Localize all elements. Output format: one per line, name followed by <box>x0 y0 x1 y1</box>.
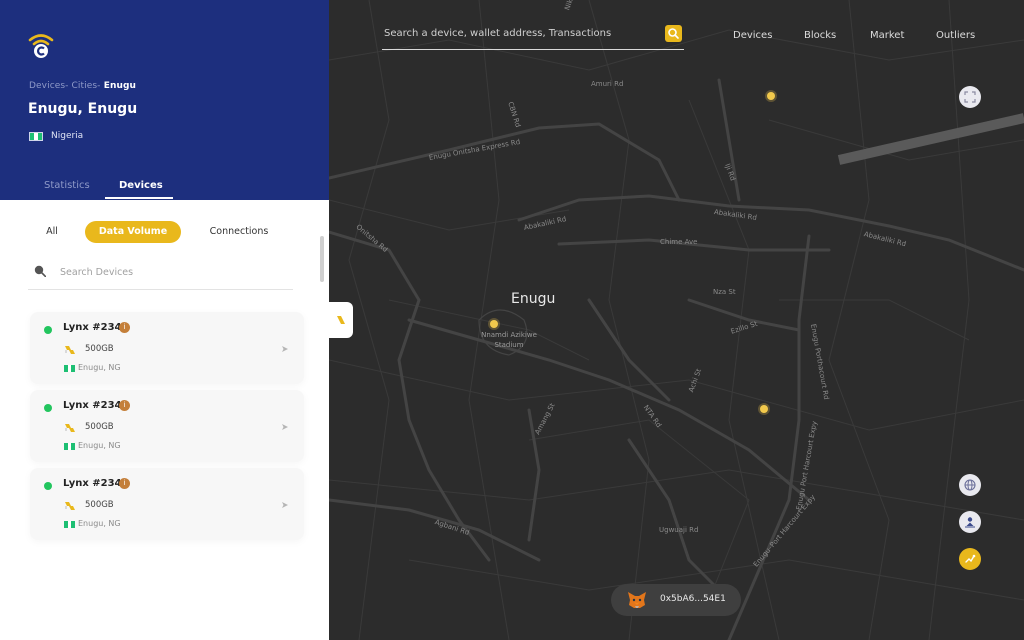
nav-market[interactable]: Market <box>870 30 904 41</box>
map-road-label: Amuri Rd <box>591 80 624 88</box>
device-map-pin[interactable] <box>490 320 498 328</box>
device-card[interactable]: Lynx #234 i 500GB Enugu, NG <box>30 390 304 462</box>
device-location: Enugu, NG <box>78 519 121 528</box>
globe-icon <box>964 479 976 491</box>
fullscreen-button[interactable] <box>959 86 981 108</box>
map-road-label: Ugwuaji Rd <box>659 526 699 534</box>
device-name: Lynx #234 <box>63 322 122 333</box>
device-card[interactable]: Lynx #234 i 500GB Enugu, NG <box>30 468 304 540</box>
country-row: Nigeria <box>29 131 83 141</box>
list-scrollbar[interactable] <box>320 236 324 282</box>
map-city-label: Enugu <box>511 291 556 307</box>
device-location: Enugu, NG <box>78 363 121 372</box>
info-badge-icon[interactable]: i <box>119 400 130 411</box>
breadcrumb-devices[interactable]: Devices- <box>29 81 69 91</box>
nigeria-flag-icon <box>29 131 43 141</box>
filter-data-volume[interactable]: Data Volume <box>85 221 181 243</box>
expand-icon <box>964 91 976 103</box>
info-badge-icon[interactable]: i <box>119 478 130 489</box>
devices-layer-button[interactable] <box>959 548 981 570</box>
panel-header: Devices- Cities- Enugu Enugu, Enugu Nige… <box>0 0 329 200</box>
open-arrow-icon[interactable] <box>280 344 290 354</box>
device-volume: 500GB <box>85 422 114 432</box>
tab-devices[interactable]: Devices <box>119 180 163 191</box>
location-person-icon <box>965 517 975 528</box>
page-title: Enugu, Enugu <box>28 101 138 117</box>
wallet-address: 0x5bA6...54E1 <box>660 594 726 604</box>
metamask-fox-icon <box>628 592 646 608</box>
nigeria-flag-icon <box>64 521 76 528</box>
map-poi-label: Nnamdi Azikiwe Stadium <box>481 331 537 349</box>
nav-blocks[interactable]: Blocks <box>804 30 836 41</box>
breadcrumb-current: Enugu <box>100 81 137 91</box>
map-road-label: Chime Ave <box>660 238 698 246</box>
wallet-button[interactable]: 0x5bA6...54E1 <box>611 584 741 616</box>
device-map-pin[interactable] <box>767 92 775 100</box>
filter-chips: All Data Volume Connections <box>0 220 329 244</box>
online-status-dot <box>44 326 52 334</box>
road-network <box>329 0 1024 640</box>
device-name: Lynx #234 <box>63 478 122 489</box>
open-arrow-icon[interactable] <box>280 500 290 510</box>
online-status-dot <box>44 404 52 412</box>
device-search-input[interactable] <box>60 262 280 282</box>
global-search-input[interactable] <box>384 24 654 42</box>
locate-button[interactable] <box>959 511 981 533</box>
active-tab-indicator <box>105 197 173 199</box>
device-location: Enugu, NG <box>78 441 121 450</box>
global-search <box>382 20 684 50</box>
data-volume-icon <box>65 502 75 510</box>
device-volume: 500GB <box>85 500 114 510</box>
country-name: Nigeria <box>51 131 84 141</box>
online-status-dot <box>44 482 52 490</box>
device-map-pin[interactable] <box>760 405 768 413</box>
map-view[interactable]: Amuri Rd CBN Rd Enugu Onitsha Express Rd… <box>329 0 1024 640</box>
filter-connections[interactable]: Connections <box>200 221 278 243</box>
nav-devices[interactable]: Devices <box>733 30 772 41</box>
device-layer-icon <box>965 554 976 563</box>
open-arrow-icon[interactable] <box>280 422 290 432</box>
data-volume-icon <box>65 346 75 354</box>
breadcrumb-cities[interactable]: Cities- <box>69 81 101 91</box>
data-volume-icon <box>65 424 75 432</box>
map-road-label: Nza St <box>713 288 736 296</box>
collapse-panel-handle[interactable] <box>329 302 353 338</box>
tab-statistics[interactable]: Statistics <box>44 180 90 191</box>
device-search <box>28 258 293 290</box>
search-icon <box>668 28 679 39</box>
side-panel: Devices- Cities- Enugu Enugu, Enugu Nige… <box>0 0 329 640</box>
nigeria-flag-icon <box>64 443 76 450</box>
app-logo-icon[interactable] <box>28 32 54 60</box>
header-tabs: Statistics Devices <box>0 172 329 200</box>
search-icon <box>34 265 46 277</box>
nigeria-flag-icon <box>64 365 76 372</box>
globe-button[interactable] <box>959 474 981 496</box>
search-button[interactable] <box>665 25 682 42</box>
collapse-icon <box>337 316 345 324</box>
nav-outliers[interactable]: Outliers <box>936 30 975 41</box>
device-volume: 500GB <box>85 344 114 354</box>
breadcrumb: Devices- Cities- Enugu <box>29 81 136 91</box>
info-badge-icon[interactable]: i <box>119 322 130 333</box>
filter-all[interactable]: All <box>32 221 72 243</box>
device-name: Lynx #234 <box>63 400 122 411</box>
device-card[interactable]: Lynx #234 i 500GB Enugu, NG <box>30 312 304 384</box>
